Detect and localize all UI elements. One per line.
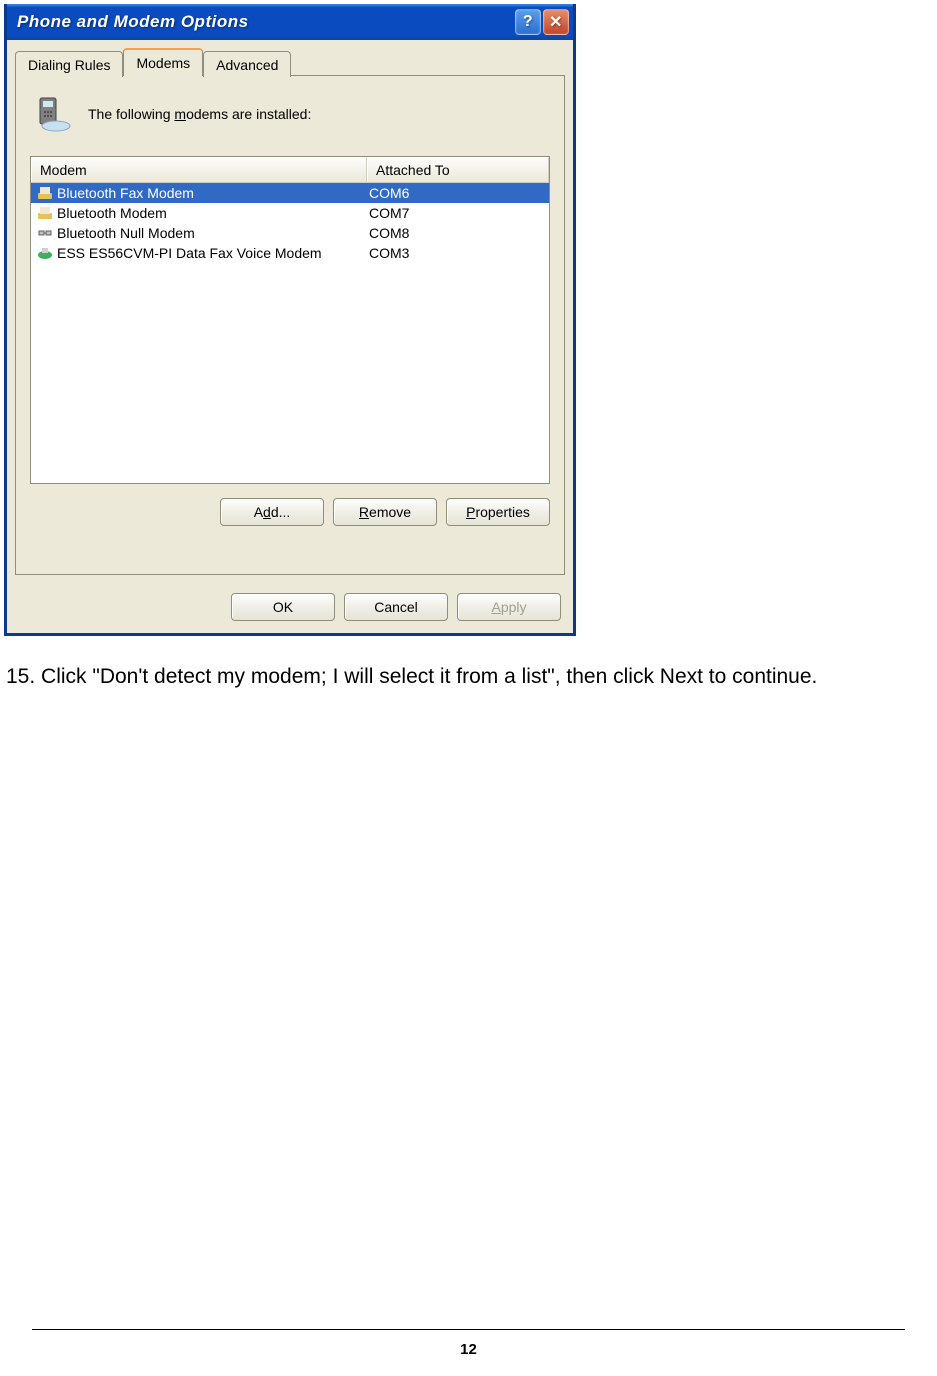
tab-modems[interactable]: Modems — [123, 48, 203, 76]
list-item-port: COM6 — [367, 185, 549, 201]
page-footer-divider — [32, 1329, 905, 1330]
tab-strip: Dialing Rules Modems Advanced — [15, 48, 565, 76]
help-icon: ? — [523, 13, 533, 31]
column-header-attached[interactable]: Attached To — [367, 157, 549, 182]
info-text: The following modems are installed: — [88, 106, 311, 122]
dialog-footer: OK Cancel Apply — [7, 583, 573, 633]
list-item-port: COM3 — [367, 245, 549, 261]
titlebar-title: Phone and Modem Options — [17, 12, 515, 32]
inner-button-row: Add... Remove Properties — [30, 498, 550, 526]
list-item[interactable]: ESS ES56CVM-PI Data Fax Voice Modem COM3 — [31, 243, 549, 263]
modem-green-icon — [36, 244, 54, 262]
list-item-port: COM8 — [367, 225, 549, 241]
tab-content-modems: The following modems are installed: Mode… — [15, 75, 565, 575]
phone-modem-icon — [34, 94, 74, 134]
list-item[interactable]: Bluetooth Fax Modem COM6 — [31, 183, 549, 203]
column-header-modem[interactable]: Modem — [31, 157, 367, 182]
list-item-name-cell: ESS ES56CVM-PI Data Fax Voice Modem — [31, 244, 367, 262]
list-item-name: Bluetooth Modem — [57, 205, 167, 221]
info-text-accelerator: m — [174, 106, 186, 122]
close-icon: ✕ — [549, 12, 563, 32]
modem-bt-icon — [36, 204, 54, 222]
ok-button[interactable]: OK — [231, 593, 335, 621]
add-button[interactable]: Add... — [220, 498, 324, 526]
cancel-button[interactable]: Cancel — [344, 593, 448, 621]
info-text-suffix: odems are installed: — [186, 106, 311, 122]
list-item-port: COM7 — [367, 205, 549, 221]
close-button[interactable]: ✕ — [543, 9, 569, 35]
list-item[interactable]: Bluetooth Null Modem COM8 — [31, 223, 549, 243]
dialog-body: Dialing Rules Modems Advanced — [7, 40, 573, 583]
titlebar-buttons: ? ✕ — [515, 9, 569, 35]
list-item-name: Bluetooth Fax Modem — [57, 185, 194, 201]
titlebar[interactable]: Phone and Modem Options ? ✕ — [7, 4, 573, 40]
page-number: 12 — [0, 1341, 937, 1358]
info-row: The following modems are installed: — [30, 94, 550, 134]
list-item-name-cell: Bluetooth Null Modem — [31, 224, 367, 242]
tab-advanced[interactable]: Advanced — [203, 51, 291, 77]
remove-button[interactable]: Remove — [333, 498, 437, 526]
listview-header: Modem Attached To — [31, 157, 549, 183]
info-text-prefix: The following — [88, 106, 174, 122]
phone-modem-dialog: Phone and Modem Options ? ✕ Dialing Rule… — [4, 4, 576, 636]
modem-null-icon — [36, 224, 54, 242]
properties-button[interactable]: Properties — [446, 498, 550, 526]
instruction-step-15: 15. Click "Don't detect my modem; I will… — [6, 662, 933, 691]
modem-fax-icon — [36, 184, 54, 202]
list-item-name: Bluetooth Null Modem — [57, 225, 195, 241]
modem-listview[interactable]: Modem Attached To Bluetooth Fax Modem CO… — [30, 156, 550, 484]
tab-dialing-rules[interactable]: Dialing Rules — [15, 51, 123, 77]
apply-button[interactable]: Apply — [457, 593, 561, 621]
listview-body: Bluetooth Fax Modem COM6 Bluetooth Modem… — [31, 183, 549, 263]
list-item[interactable]: Bluetooth Modem COM7 — [31, 203, 549, 223]
list-item-name-cell: Bluetooth Modem — [31, 204, 367, 222]
help-button[interactable]: ? — [515, 9, 541, 35]
list-item-name-cell: Bluetooth Fax Modem — [31, 184, 367, 202]
list-item-name: ESS ES56CVM-PI Data Fax Voice Modem — [57, 245, 322, 261]
